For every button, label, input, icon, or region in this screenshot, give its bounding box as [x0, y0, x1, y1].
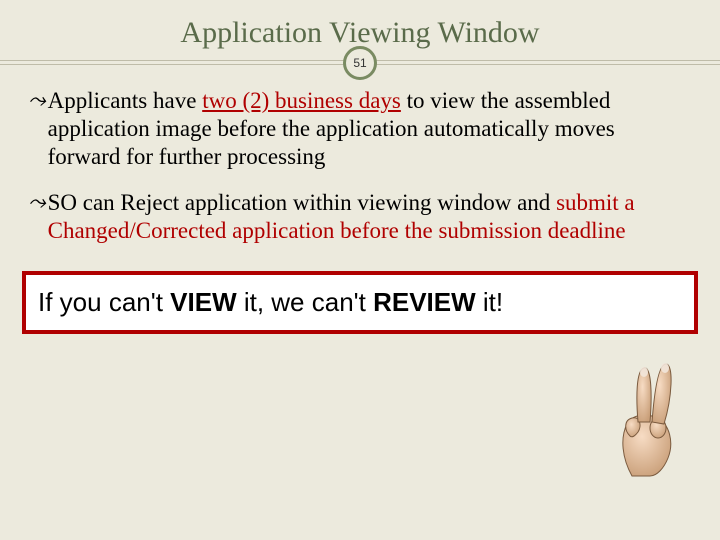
slide-body: ⤳ Applicants have two (2) business days …	[0, 65, 720, 245]
emphasis-text: REVIEW	[373, 287, 476, 317]
text-fragment: If you can't	[38, 287, 170, 317]
bullet-glyph-icon: ⤳	[28, 189, 46, 245]
slide-title: Application Viewing Window	[0, 16, 720, 50]
text-fragment: Applicants have	[48, 88, 203, 113]
bullet-text: SO can Reject application within viewing…	[48, 189, 692, 245]
text-fragment: it!	[476, 287, 503, 317]
page-number-badge: 51	[343, 46, 377, 80]
emphasis-text: VIEW	[170, 287, 236, 317]
bullet-glyph-icon: ⤳	[28, 87, 46, 171]
callout-box: If you can't VIEW it, we can't REVIEW it…	[22, 271, 698, 334]
slide: Application Viewing Window 51 ⤳ Applican…	[0, 16, 720, 540]
peace-hand-icon	[602, 358, 692, 478]
bullet-text: Applicants have two (2) business days to…	[48, 87, 692, 171]
bullet-item: ⤳ Applicants have two (2) business days …	[28, 87, 692, 171]
emphasis-text: two (2) business days	[202, 88, 401, 113]
text-fragment: SO can Reject application within viewing…	[48, 190, 556, 215]
text-fragment: it, we can't	[237, 287, 373, 317]
bullet-item: ⤳ SO can Reject application within viewi…	[28, 189, 692, 245]
